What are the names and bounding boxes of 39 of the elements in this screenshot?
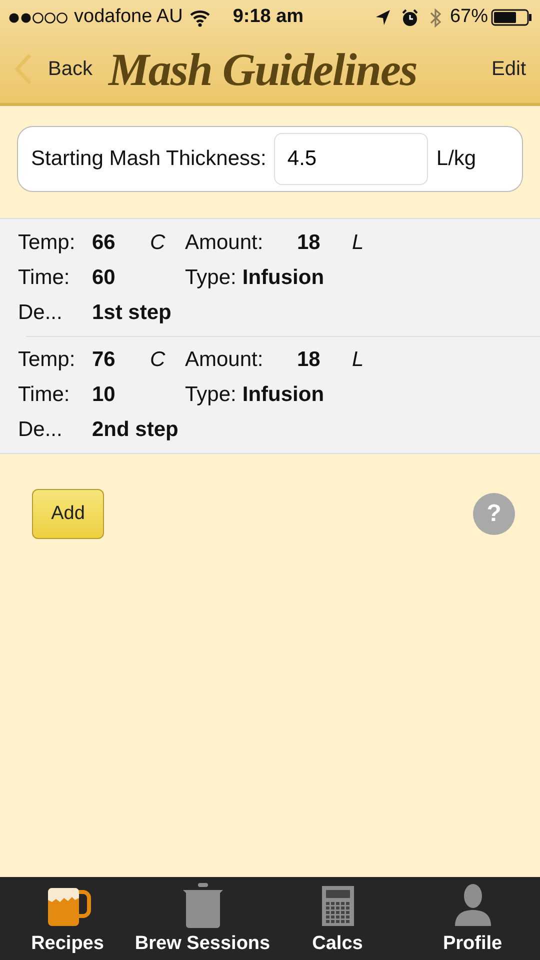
edit-button[interactable]: Edit <box>492 54 526 84</box>
battery-percent: 67% <box>450 5 488 30</box>
tab-button[interactable]: Brew Sessions <box>135 877 270 960</box>
unit-label: C <box>150 230 166 256</box>
unit-label: L <box>352 230 365 256</box>
field-value: Infusion <box>242 382 324 406</box>
field-value: 18 <box>297 346 322 373</box>
field-label: Temp: <box>18 230 76 256</box>
thickness-input[interactable]: 4.5 <box>274 133 428 185</box>
tab-button[interactable]: Recipes <box>0 877 135 960</box>
field-label: De... <box>18 416 64 443</box>
screen-title: Mash Guidelines <box>108 42 417 96</box>
tab-button[interactable]: Calcs <box>270 877 405 960</box>
field-value: 2nd step <box>92 416 180 443</box>
field-label: Time: <box>18 382 71 408</box>
field-value: 76 <box>92 346 116 373</box>
thickness-label: Starting Mash Thickness: <box>31 146 266 172</box>
tab-button[interactable]: Profile <box>405 877 540 960</box>
field-value: 1st step <box>92 300 172 326</box>
field-value: 66 <box>92 230 116 256</box>
clock-time: 9:18 am <box>232 5 304 30</box>
field-value: 10 <box>92 382 116 408</box>
carrier-name: vodafone AU <box>74 5 183 30</box>
mash-step-row[interactable]: Temp: 66 C Amount: 18 L Time: 60 Type: Infusion De... 1st step <box>0 219 540 336</box>
unit-label: L/kg <box>436 146 476 172</box>
add-button[interactable]: Add <box>32 489 104 539</box>
unit-label: L <box>352 346 365 373</box>
unit-label: C <box>150 346 166 373</box>
field-label: Temp: <box>18 346 76 373</box>
field-value: 18 <box>297 230 322 256</box>
field-label: Amount: <box>185 230 264 256</box>
field-label: Type: <box>185 266 236 289</box>
back-button[interactable]: Back <box>48 54 92 84</box>
field-label: Time: <box>18 264 71 291</box>
field-label: Amount: <box>185 346 264 373</box>
field-value: Infusion <box>242 266 324 289</box>
field-label: De... <box>18 300 64 326</box>
field-value: 60 <box>92 264 116 291</box>
field-label: Type: <box>185 382 236 406</box>
